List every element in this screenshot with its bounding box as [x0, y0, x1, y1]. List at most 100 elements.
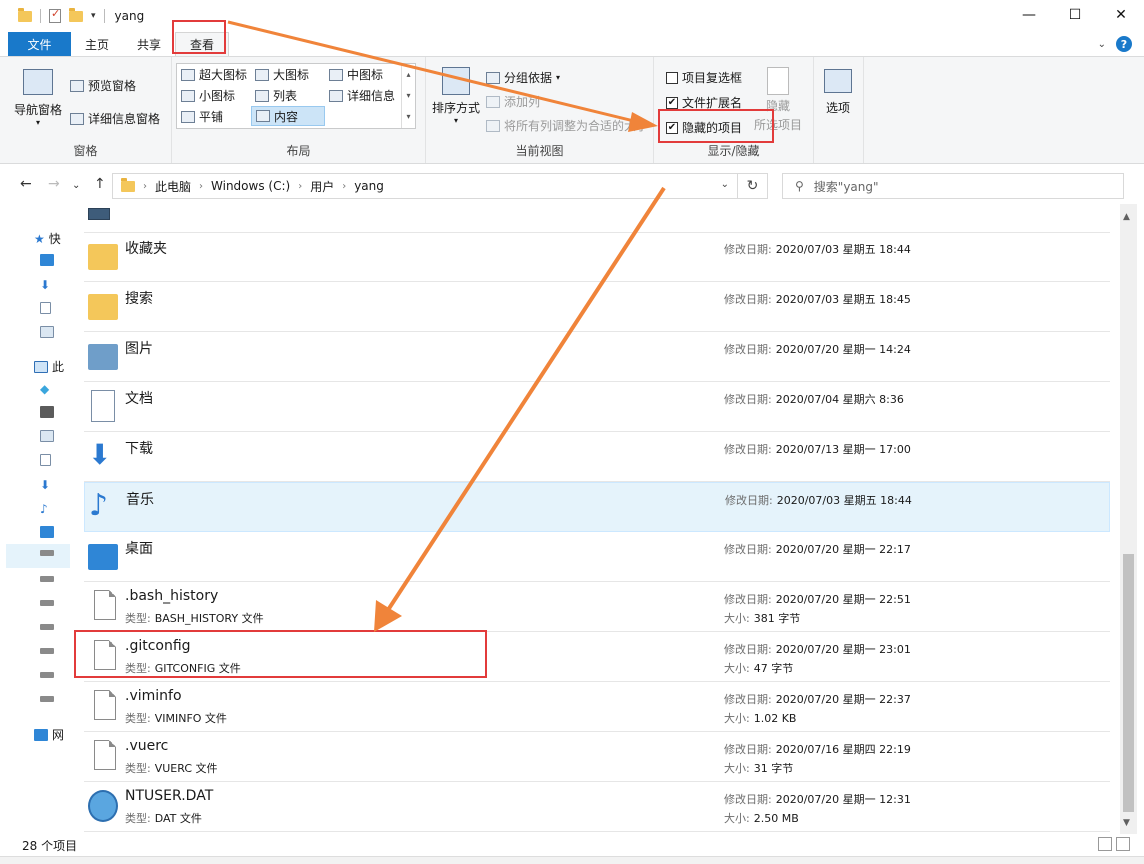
nav-pane-button[interactable]: 导航窗格 ▾	[14, 69, 62, 127]
layout-content[interactable]: 内容	[251, 106, 325, 126]
nav-item-drive[interactable]	[40, 696, 54, 702]
list-item[interactable]: .vuerc 类型: VUERC 文件 修改日期: 2020/07/16 星期四 22:…	[84, 732, 1110, 782]
layout-list[interactable]: 列表	[255, 87, 297, 104]
list-item[interactable]: 图片 修改日期: 2020/07/20 星期一 14:24	[84, 332, 1110, 382]
list-item[interactable]: 收藏夹 修改日期: 2020/07/03 星期五 18:44	[84, 232, 1110, 282]
breadcrumb-separator-icon[interactable]: ›	[298, 181, 302, 192]
properties-icon[interactable]	[49, 7, 61, 23]
details-view-icon[interactable]	[1098, 837, 1112, 851]
nav-item-downloads-pc[interactable]: ⬇	[40, 478, 50, 492]
search-input[interactable]: ⚲ 搜索"yang"	[782, 173, 1124, 199]
maximize-button[interactable]: ☐	[1052, 0, 1098, 30]
list-item[interactable]: .viminfo 类型: VIMINFO 文件 修改日期: 2020/07/20 星期一…	[84, 682, 1110, 732]
checkbox-checked[interactable]: ✔	[666, 96, 678, 109]
list-item[interactable]: ♪ 音乐 修改日期: 2020/07/03 星期五 18:44	[84, 482, 1110, 532]
nav-item-desktop-pc[interactable]	[40, 526, 54, 538]
breadcrumb-separator-icon[interactable]: ›	[199, 181, 203, 192]
layout-details[interactable]: 详细信息	[329, 87, 395, 104]
sort-by-button[interactable]: 排序方式 ▾	[432, 67, 480, 125]
options-button[interactable]: 选项	[824, 69, 852, 116]
nav-item-drive[interactable]	[40, 600, 54, 606]
nav-item-drive-c[interactable]	[40, 550, 54, 556]
list-item[interactable]: .bash_history 类型: BASH_HISTORY 文件 修改日期: 2020…	[84, 582, 1110, 632]
layout-extra-large-icons[interactable]: 超大图标	[181, 66, 247, 83]
breadcrumb-separator-icon[interactable]: ›	[143, 181, 147, 192]
nav-item-documents[interactable]	[40, 302, 51, 314]
customize-toolbar-icon[interactable]: ▾	[91, 11, 96, 21]
nav-item-3d-objects[interactable]: ◆	[40, 382, 49, 396]
checkbox-unchecked[interactable]	[666, 71, 678, 84]
tab-file[interactable]: 文件	[8, 32, 71, 56]
nav-item-pictures-pc[interactable]	[40, 430, 54, 442]
scroll-down-icon[interactable]: ▼	[1123, 818, 1130, 828]
layout-tiles[interactable]: 平铺	[181, 108, 223, 125]
breadcrumb-yang[interactable]: yang	[354, 179, 384, 193]
title-bar: ▾ yang — ☐ ✕	[0, 0, 1144, 32]
refresh-button[interactable]: ↻	[738, 173, 768, 199]
nav-item-music[interactable]: ♪	[40, 502, 48, 516]
scroll-up-icon[interactable]: ▲	[1123, 212, 1130, 222]
preview-pane-button[interactable]: 预览窗格	[70, 77, 136, 94]
nav-item-drive[interactable]	[40, 648, 54, 654]
sort-icon	[442, 67, 470, 95]
hidden-items-toggle[interactable]: ✔ 隐藏的项目	[666, 119, 742, 136]
vertical-scrollbar[interactable]: ▲ ▼	[1120, 204, 1137, 834]
list-item[interactable]: 文档 修改日期: 2020/07/04 星期六 8:36	[84, 382, 1110, 432]
tab-view[interactable]: 查看	[175, 32, 230, 56]
hide-selected-button[interactable]: 隐藏 所选项目	[754, 67, 802, 133]
help-icon[interactable]: ?	[1116, 36, 1132, 52]
layout-medium-icons[interactable]: 中图标	[329, 66, 383, 83]
modified-date-value: 2020/07/20 星期一 22:37	[775, 693, 911, 706]
small-icons-icon	[181, 89, 195, 102]
nav-item-drive[interactable]	[40, 672, 54, 678]
breadcrumb-this-pc[interactable]: 此电脑	[155, 178, 191, 195]
nav-item-documents-pc[interactable]	[40, 454, 51, 466]
status-bar: 28 个项目	[0, 834, 1144, 856]
details-pane-button[interactable]: 详细信息窗格	[70, 110, 160, 127]
address-bar[interactable]: › 此电脑 › Windows (C:) › 用户 › yang ⌄	[112, 173, 738, 199]
forward-arrow-icon[interactable]: →	[48, 176, 60, 192]
list-item[interactable]: NTUSER.DAT 类型: DAT 文件 修改日期: 2020/07/20 星期一 1…	[84, 782, 1110, 832]
group-by-button[interactable]: 分组依据 ▾	[486, 69, 560, 86]
large-icons-view-icon[interactable]	[1116, 837, 1130, 851]
layout-small-icons[interactable]: 小图标	[181, 87, 235, 104]
item-checkboxes-toggle[interactable]: 项目复选框	[666, 69, 742, 86]
chevron-down-icon[interactable]: ⌄	[721, 179, 729, 190]
breadcrumb-users[interactable]: 用户	[310, 178, 334, 195]
chevron-down-icon[interactable]: ⌄	[1098, 39, 1106, 50]
download-icon: ⬇	[40, 278, 51, 292]
up-arrow-icon[interactable]: ↑	[94, 176, 106, 192]
nav-item-downloads[interactable]: ⬇	[40, 278, 50, 292]
layout-large-icons[interactable]: 大图标	[255, 66, 309, 83]
new-folder-icon[interactable]	[69, 7, 83, 22]
scroll-thumb[interactable]	[1123, 554, 1134, 812]
add-columns-button[interactable]: 添加列	[486, 93, 540, 110]
list-item[interactable]: 搜索 修改日期: 2020/07/03 星期五 18:45	[84, 282, 1110, 332]
back-arrow-icon[interactable]: ←	[20, 176, 32, 192]
nav-item-this-pc[interactable]: 此	[34, 358, 64, 375]
close-button[interactable]: ✕	[1098, 0, 1144, 30]
checkbox-checked[interactable]: ✔	[666, 121, 678, 134]
file-extensions-toggle[interactable]: ✔ 文件扩展名	[666, 94, 742, 111]
list-item[interactable]: ⬇ 下载 修改日期: 2020/07/13 星期一 17:00	[84, 432, 1110, 482]
minimize-button[interactable]: —	[1006, 0, 1052, 30]
tab-share[interactable]: 共享	[123, 32, 175, 56]
nav-item-videos[interactable]	[40, 406, 54, 418]
nav-item-drive[interactable]	[40, 576, 54, 582]
file-icon	[88, 590, 118, 622]
list-item[interactable]: 桌面 修改日期: 2020/07/20 星期一 22:17	[84, 532, 1110, 582]
list-item[interactable]: .gitconfig 类型: GITCONFIG 文件 修改日期: 2020/07/20…	[84, 632, 1110, 682]
nav-item-pictures[interactable]	[40, 326, 54, 338]
nav-item-desktop[interactable]	[40, 254, 54, 266]
nav-item-network[interactable]: 网	[34, 726, 64, 743]
recent-locations-icon[interactable]: ⌄	[72, 180, 80, 191]
drive-icon	[40, 696, 54, 702]
breadcrumb-separator-icon[interactable]: ›	[342, 181, 346, 192]
tab-home[interactable]: 主页	[71, 32, 123, 56]
nav-item-drive[interactable]	[40, 624, 54, 630]
layout-scroll[interactable]: ▴ ▾ ▾	[401, 64, 415, 128]
nav-item-quick-access[interactable]: ★ 快	[34, 230, 61, 247]
size-columns-button[interactable]: 将所有列调整为合适的大小	[486, 117, 646, 134]
breadcrumb-drive[interactable]: Windows (C:)	[211, 179, 290, 193]
folder-icon[interactable]	[18, 7, 32, 22]
